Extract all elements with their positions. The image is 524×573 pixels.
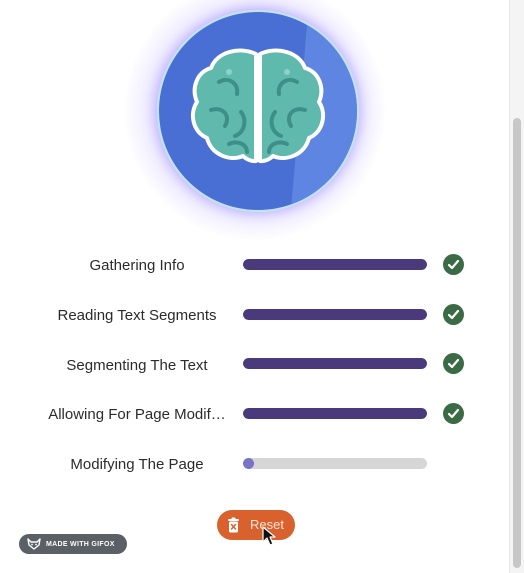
app-content: Gathering Info Reading Text Segments Seg… bbox=[0, 0, 510, 573]
scrollbar[interactable] bbox=[509, 0, 524, 573]
step-label-allowing-for-page-modifications: Allowing For Page Modif… bbox=[48, 406, 226, 423]
step-label-gathering-info: Gathering Info bbox=[89, 257, 185, 274]
step-progress-fill bbox=[243, 358, 427, 369]
step-progress-bar-reading-text-segments bbox=[243, 309, 427, 320]
step-progress-bar-gathering-info bbox=[243, 259, 427, 270]
trash-icon bbox=[227, 517, 240, 536]
gifox-watermark-text: MADE WITH GIFOX bbox=[46, 540, 115, 548]
scrollbar-thumb[interactable] bbox=[513, 118, 521, 568]
check-circle-icon bbox=[443, 353, 464, 374]
step-progress-fill bbox=[243, 408, 427, 419]
step-label-reading-text-segments: Reading Text Segments bbox=[57, 307, 217, 324]
reset-button[interactable]: Reset bbox=[217, 510, 295, 540]
step-progress-fill bbox=[243, 309, 427, 320]
check-circle-icon bbox=[443, 254, 464, 275]
step-progress-fill bbox=[243, 458, 255, 469]
step-progress-bar-modifying-the-page bbox=[243, 458, 427, 469]
gifox-watermark: MADE WITH GIFOX bbox=[19, 534, 127, 554]
step-progress-fill bbox=[243, 259, 427, 270]
fox-logo-icon bbox=[27, 538, 41, 550]
check-circle-icon bbox=[443, 304, 464, 325]
brain-badge bbox=[157, 10, 359, 212]
step-label-segmenting-the-text: Segmenting The Text bbox=[66, 357, 208, 374]
brain-icon bbox=[159, 12, 357, 210]
check-circle-icon bbox=[443, 403, 464, 424]
step-progress-bar-segmenting-the-text bbox=[243, 358, 427, 369]
step-label-modifying-the-page: Modifying The Page bbox=[70, 456, 204, 473]
step-progress-bar-allowing-for-page-modifications bbox=[243, 408, 427, 419]
mouse-cursor-icon bbox=[262, 526, 276, 546]
